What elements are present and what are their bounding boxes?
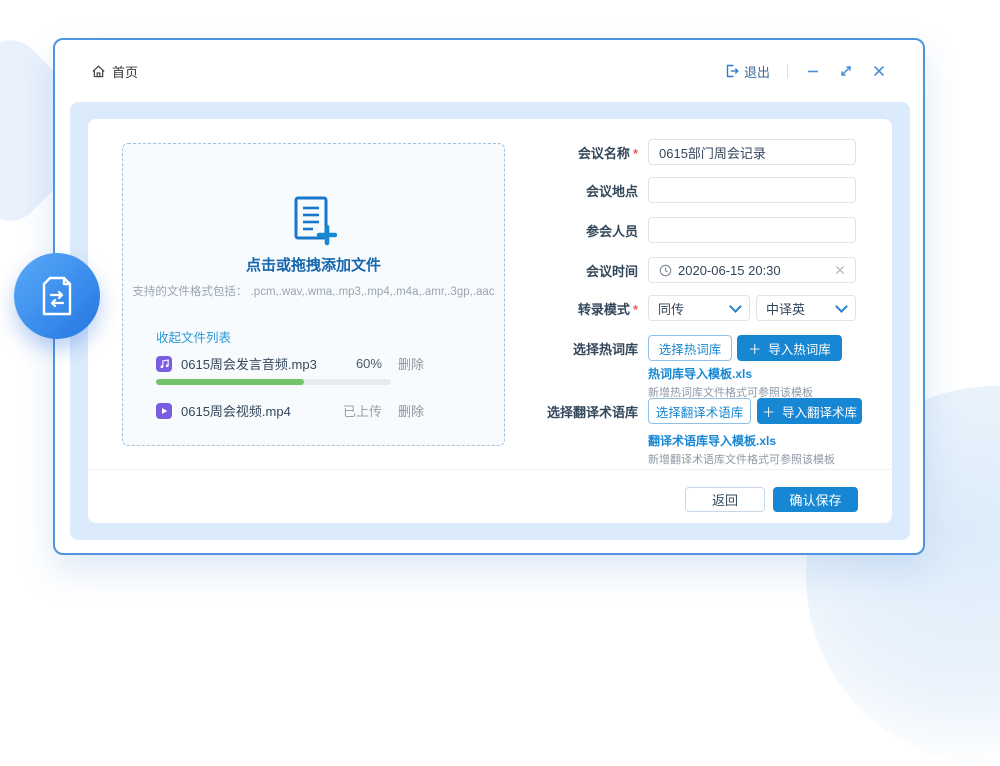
file-transfer-badge[interactable] bbox=[14, 253, 100, 339]
mode-select[interactable]: 同传 bbox=[648, 295, 750, 321]
glossary-template-hint: 新增翻译术语库文件格式可参照该模板 bbox=[648, 451, 835, 467]
chevron-down-icon bbox=[835, 300, 848, 313]
file-name: 0615周会发言音频.mp3 bbox=[181, 354, 356, 373]
close-button[interactable] bbox=[871, 63, 887, 79]
import-glossary-button[interactable]: ＋导入翻译术库 bbox=[757, 398, 862, 424]
required-marker: * bbox=[633, 146, 638, 161]
meeting-time-input[interactable]: 2020-06-15 20:30 bbox=[648, 257, 856, 283]
document-swap-icon bbox=[37, 273, 77, 319]
hotword-template-block: 热词库导入模板.xls 新增热词库文件格式可参照该模板 bbox=[648, 365, 813, 400]
home-label: 首页 bbox=[112, 62, 138, 81]
glossary-label: 选择翻译术语库 bbox=[520, 402, 638, 421]
clear-time-icon[interactable] bbox=[835, 265, 845, 275]
footer-divider bbox=[88, 469, 892, 470]
collapse-file-list-link[interactable]: 收起文件列表 bbox=[156, 327, 231, 346]
back-button[interactable]: 返回 bbox=[685, 487, 765, 512]
hotword-label: 选择热词库 bbox=[520, 339, 638, 358]
content-panel: 点击或拖拽添加文件 支持的文件格式包括： .pcm,.wav,.wma,.mp3… bbox=[70, 102, 910, 540]
glossary-template-block: 翻译术语库导入模板.xls 新增翻译术语库文件格式可参照该模板 bbox=[648, 432, 835, 467]
minimize-button[interactable] bbox=[805, 63, 821, 79]
upload-title[interactable]: 点击或拖拽添加文件 bbox=[123, 254, 504, 275]
plus-icon: ＋ bbox=[762, 402, 775, 421]
content-card: 点击或拖拽添加文件 支持的文件格式包括： .pcm,.wav,.wma,.mp3… bbox=[88, 119, 892, 523]
meeting-location-label: 会议地点 bbox=[520, 181, 638, 200]
plus-icon: ＋ bbox=[748, 339, 761, 358]
chevron-down-icon bbox=[729, 300, 742, 313]
home-icon bbox=[91, 64, 106, 79]
file-progress-percent: 60% bbox=[356, 356, 382, 371]
delete-file-link[interactable]: 删除 bbox=[398, 401, 424, 420]
glossary-template-link[interactable]: 翻译术语库导入模板.xls bbox=[648, 432, 835, 449]
select-hotword-button[interactable]: 选择热词库 bbox=[648, 335, 732, 361]
participants-row: 参会人员 bbox=[520, 217, 890, 243]
meeting-location-input[interactable] bbox=[648, 177, 856, 203]
footer-actions: 返回 确认保存 bbox=[685, 487, 858, 512]
exit-icon bbox=[725, 64, 739, 78]
glossary-row: 选择翻译术语库 选择翻译术语库 ＋导入翻译术库 bbox=[520, 398, 890, 424]
home-nav[interactable]: 首页 bbox=[91, 62, 138, 81]
window-controls: 退出 bbox=[725, 62, 887, 81]
transcribe-mode-row: 转录模式* 同传 中译英 bbox=[520, 295, 890, 321]
meeting-name-input[interactable]: 0615部门周会记录 bbox=[648, 139, 856, 165]
delete-file-link[interactable]: 删除 bbox=[398, 354, 424, 373]
meeting-time-label: 会议时间 bbox=[520, 261, 638, 280]
direction-select[interactable]: 中译英 bbox=[756, 295, 856, 321]
required-marker: * bbox=[633, 302, 638, 317]
meeting-time-row: 会议时间 2020-06-15 20:30 bbox=[520, 257, 890, 283]
upload-dropzone[interactable]: 点击或拖拽添加文件 支持的文件格式包括： .pcm,.wav,.wma,.mp3… bbox=[122, 143, 505, 446]
exit-button[interactable]: 退出 bbox=[725, 62, 770, 81]
upload-formats-hint: 支持的文件格式包括： .pcm,.wav,.wma,.mp3,.mp4,.m4a… bbox=[123, 283, 504, 299]
maximize-button[interactable] bbox=[838, 63, 854, 79]
meeting-form: 会议名称* 0615部门周会记录 会议地点 参会人员 会议时间 bbox=[520, 119, 890, 464]
title-bar: 首页 退出 bbox=[55, 40, 923, 102]
file-row-video: 0615周会视频.mp4 已上传 删除 bbox=[156, 401, 424, 420]
meeting-name-row: 会议名称* 0615部门周会记录 bbox=[520, 139, 890, 165]
select-glossary-button[interactable]: 选择翻译术语库 bbox=[648, 398, 751, 424]
import-hotword-button[interactable]: ＋导入热词库 bbox=[737, 335, 842, 361]
transcribe-mode-label: 转录模式* bbox=[520, 299, 638, 318]
clock-icon bbox=[659, 264, 672, 277]
confirm-save-button[interactable]: 确认保存 bbox=[773, 487, 858, 512]
controls-divider bbox=[787, 64, 788, 78]
file-row-audio: 0615周会发言音频.mp3 60% 删除 bbox=[156, 354, 424, 373]
meeting-location-row: 会议地点 bbox=[520, 177, 890, 203]
hotword-template-link[interactable]: 热词库导入模板.xls bbox=[648, 365, 813, 382]
app-window: 首页 退出 bbox=[53, 38, 925, 555]
participants-input[interactable] bbox=[648, 217, 856, 243]
participants-label: 参会人员 bbox=[520, 221, 638, 240]
upload-progress-fill bbox=[156, 379, 304, 385]
video-file-icon bbox=[156, 403, 172, 419]
hotword-row: 选择热词库 选择热词库 ＋导入热词库 bbox=[520, 335, 890, 361]
add-file-icon bbox=[123, 194, 504, 248]
upload-progress-track bbox=[156, 379, 391, 385]
music-file-icon bbox=[156, 356, 172, 372]
meeting-name-label: 会议名称* bbox=[520, 143, 638, 162]
file-uploaded-status: 已上传 bbox=[343, 401, 382, 420]
file-name: 0615周会视频.mp4 bbox=[181, 401, 343, 420]
exit-label: 退出 bbox=[744, 62, 770, 81]
